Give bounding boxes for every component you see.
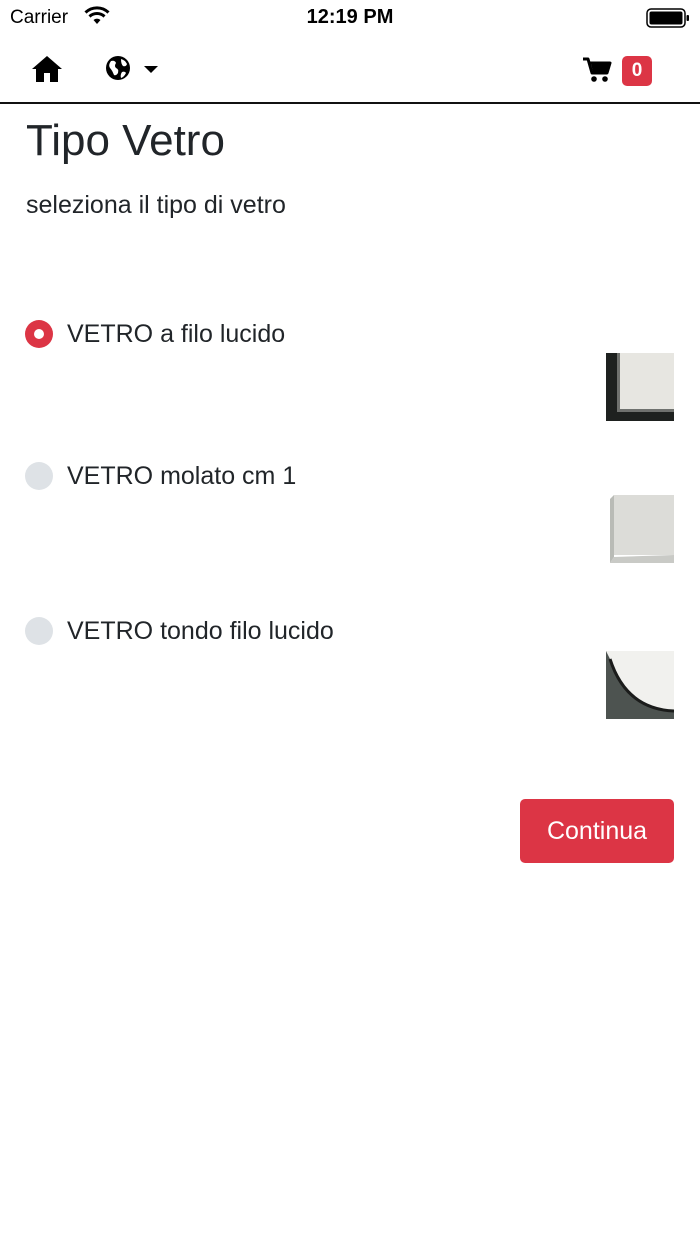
glass-tondo-thumbnail	[606, 651, 674, 719]
glass-option-tondo[interactable]: VETRO tondo filo lucido	[0, 617, 700, 727]
glass-option-molato[interactable]: VETRO molato cm 1	[0, 462, 700, 572]
cart-count-badge[interactable]: 0	[622, 56, 652, 86]
radio-button-selected[interactable]	[25, 320, 53, 348]
radio-button[interactable]	[25, 462, 53, 490]
radio-button[interactable]	[25, 617, 53, 645]
cart-icon[interactable]	[582, 56, 612, 84]
glass-option-filo-lucido[interactable]: VETRO a filo lucido	[0, 320, 700, 430]
option-label[interactable]: VETRO a filo lucido	[67, 320, 285, 349]
glass-molato-thumbnail	[606, 495, 674, 563]
battery-icon	[646, 8, 690, 33]
globe-icon	[106, 56, 130, 80]
page-subtitle: seleziona il tipo di vetro	[26, 191, 286, 219]
caret-down-icon	[144, 66, 158, 73]
top-navbar: 0	[0, 36, 700, 104]
option-label[interactable]: VETRO tondo filo lucido	[67, 617, 334, 646]
option-label[interactable]: VETRO molato cm 1	[67, 462, 296, 491]
glass-filo-lucido-thumbnail	[606, 353, 674, 421]
clock: 12:19 PM	[306, 6, 394, 28]
status-bar: Carrier 12:19 PM	[0, 0, 700, 36]
home-icon[interactable]	[30, 54, 64, 84]
page-title: Tipo Vetro	[26, 116, 225, 165]
continue-button[interactable]: Continua	[520, 799, 674, 863]
language-dropdown[interactable]	[104, 54, 164, 84]
